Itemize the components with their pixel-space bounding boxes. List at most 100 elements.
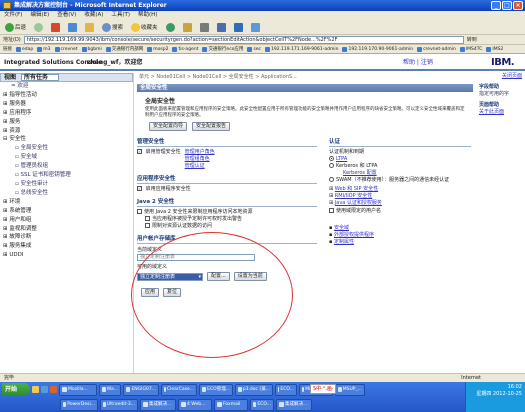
rmi-iiop-security-link[interactable]: RMI/IIOP 安全性 <box>335 193 372 199</box>
menu-favorites[interactable]: 收藏(A) <box>84 11 103 20</box>
nav-item-resources[interactable]: ⊞ 资源 <box>3 127 133 136</box>
task-button[interactable]: PowerDesi... <box>60 398 98 411</box>
ltpa-link[interactable]: LTPA <box>336 156 347 162</box>
task-button[interactable]: Ultraedit-3... <box>100 398 138 411</box>
messenger-button[interactable] <box>232 22 245 33</box>
link-item[interactable]: 交通银行eco应用 <box>202 45 243 53</box>
help-logout-links[interactable]: 帮助 | 注销 <box>403 55 433 71</box>
task-button[interactable]: ENGIG07... <box>123 383 159 396</box>
kerberos-config-link[interactable]: Kerberos 配置 <box>329 170 471 177</box>
link-item[interactable]: IMS4TC <box>459 45 482 53</box>
nav-item-monitoring[interactable]: ⊞ 监视和调整 <box>3 225 133 234</box>
view-select[interactable]: 所有任务 <box>21 74 60 81</box>
task-button[interactable]: Mozilla... <box>59 383 97 396</box>
swam-radio[interactable] <box>329 177 334 182</box>
search-button[interactable]: 搜索 <box>100 22 125 33</box>
stop-button[interactable] <box>49 22 62 33</box>
print-button[interactable] <box>198 22 211 33</box>
nav-item-service-integration[interactable]: ⊞ 服务集成 <box>3 242 133 251</box>
external-auth-providers-link[interactable]: 外部授权提供程序 <box>334 232 374 238</box>
task-button[interactable]: ECO... <box>275 383 297 396</box>
web-sip-security-link[interactable]: Web 和 SIP 安全性 <box>335 186 378 192</box>
nav-item-security[interactable]: ⊟ 安全性 <box>3 135 133 144</box>
nav-item-troubleshooting[interactable]: ⊞ 故障诊断 <box>3 233 133 242</box>
address-input[interactable]: https://192.119.169.99:9043/ibm/console/… <box>23 35 464 44</box>
custom-properties-link[interactable]: 定制属性 <box>334 239 354 245</box>
task-button[interactable]: 集成解决... <box>276 398 312 411</box>
task-button[interactable]: ECO管理... <box>199 383 233 396</box>
quicklaunch-icon[interactable] <box>50 386 57 393</box>
task-button[interactable]: p3.doc [兼... <box>235 383 273 396</box>
menu-file[interactable]: 文件(F) <box>4 11 22 20</box>
jaas-link[interactable]: Java 认证和授权服务 <box>335 200 382 206</box>
maximize-button[interactable]: □ <box>502 1 512 10</box>
refresh-button[interactable] <box>66 22 79 33</box>
link-item[interactable]: edap <box>16 45 33 53</box>
realm-qualified-checkbox[interactable] <box>329 208 334 213</box>
enable-app-security-checkbox[interactable]: ✓ <box>137 186 142 191</box>
security-wizard-button[interactable]: 安全配置向导 <box>149 122 188 131</box>
nav-item-users-groups[interactable]: ⊞ 用户和组 <box>3 216 133 225</box>
link-item[interactable]: 192.119.171.169-9061-admin <box>265 45 338 53</box>
forward-button[interactable] <box>32 22 45 33</box>
window-titlebar[interactable]: 集成解决方案控制台 - Microsoft Internet Explorer … <box>0 0 525 11</box>
menu-edit[interactable]: 编辑(E) <box>30 11 49 20</box>
back-button[interactable]: 后退 <box>3 22 28 33</box>
nav-item-system-admin[interactable]: ⊞ 系统管理 <box>3 207 133 216</box>
favorites-button[interactable]: 收藏夹 <box>129 22 160 33</box>
task-button[interactable]: 4 Web... <box>178 398 212 411</box>
nav-item-welcome[interactable]: = 欢迎 <box>3 82 133 91</box>
quicklaunch-icon[interactable] <box>32 386 39 393</box>
link-item[interactable]: 交通银行内部网 <box>105 45 143 53</box>
kerberos-radio[interactable] <box>329 163 334 168</box>
nav-item-admin-groups[interactable]: ▫ 管理员权组 <box>3 162 133 171</box>
task-button[interactable]: ClearCase... <box>161 383 197 396</box>
link-item[interactable]: 192.119.170.90-9061-admin <box>342 45 413 53</box>
minimize-button[interactable]: _ <box>491 1 501 10</box>
research-button[interactable] <box>249 22 262 33</box>
link-item[interactable]: crevnet-admin <box>417 45 456 53</box>
nav-item-environment[interactable]: ⊞ 环境 <box>3 198 133 207</box>
menu-help[interactable]: 帮助(H) <box>138 11 157 20</box>
menu-view[interactable]: 查看(V) <box>57 11 76 20</box>
mail-button[interactable] <box>181 22 194 33</box>
custom-permission-warn-checkbox[interactable] <box>145 216 150 221</box>
link-item[interactable]: bgbmi <box>81 45 102 53</box>
go-button[interactable]: 转到 <box>467 36 477 43</box>
enable-admin-security-checkbox[interactable]: ✓ <box>137 149 142 154</box>
task-button[interactable]: Foxmail <box>214 398 248 411</box>
task-button[interactable]: MSUP_... <box>335 383 365 396</box>
nav-item-guided[interactable]: ⊞ 指导性活动 <box>3 91 133 100</box>
link-item[interactable]: IMS2 <box>486 45 503 53</box>
home-button[interactable] <box>83 22 96 33</box>
edit-button[interactable] <box>215 22 228 33</box>
nav-item-bus-security[interactable]: ▫ 总线安全性 <box>3 189 133 198</box>
link-item[interactable]: m3 <box>37 45 51 53</box>
link-item[interactable]: sec <box>247 45 261 53</box>
menu-tools[interactable]: 工具(T) <box>111 11 130 20</box>
admin-user-roles-link[interactable]: 管理用户角色 <box>185 149 215 156</box>
nav-item-global-security[interactable]: ▫ 全局安全性 <box>3 144 133 153</box>
link-item[interactable]: crevnet <box>54 45 78 53</box>
admin-group-roles-link[interactable]: 管理组角色 <box>185 156 215 163</box>
admin-auth-link[interactable]: 管理认证 <box>185 163 215 170</box>
link-item[interactable]: mosp2 <box>147 45 168 53</box>
security-report-button[interactable]: 安全配置报告 <box>192 122 231 131</box>
ltpa-radio[interactable] <box>329 156 334 161</box>
java2-security-checkbox[interactable] <box>137 209 142 214</box>
quicklaunch-icon[interactable] <box>41 386 48 393</box>
ime-toolbar[interactable]: S中·°,画· <box>310 384 337 394</box>
close-page-link[interactable]: 关闭页面 <box>479 73 525 80</box>
nav-item-audit[interactable]: ▫ 安全性审计 <box>3 180 133 189</box>
task-button[interactable]: ECO... <box>250 398 274 411</box>
nav-item-uddi[interactable]: ⊞ UDDI <box>3 251 133 260</box>
task-button[interactable]: Wa... <box>99 383 121 396</box>
start-button[interactable]: 开始 <box>2 383 30 396</box>
link-item[interactable]: tis-agent <box>172 45 198 53</box>
nav-item-servers[interactable]: ⊞ 服务器 <box>3 100 133 109</box>
history-button[interactable] <box>164 22 177 33</box>
nav-item-applications[interactable]: ⊞ 应用程序 <box>3 109 133 118</box>
clock[interactable]: 16:02 <box>469 384 522 391</box>
nav-item-ssl[interactable]: ▫ SSL 证书和密钥管理 <box>3 171 133 180</box>
nav-item-services[interactable]: ⊞ 服务 <box>3 118 133 127</box>
